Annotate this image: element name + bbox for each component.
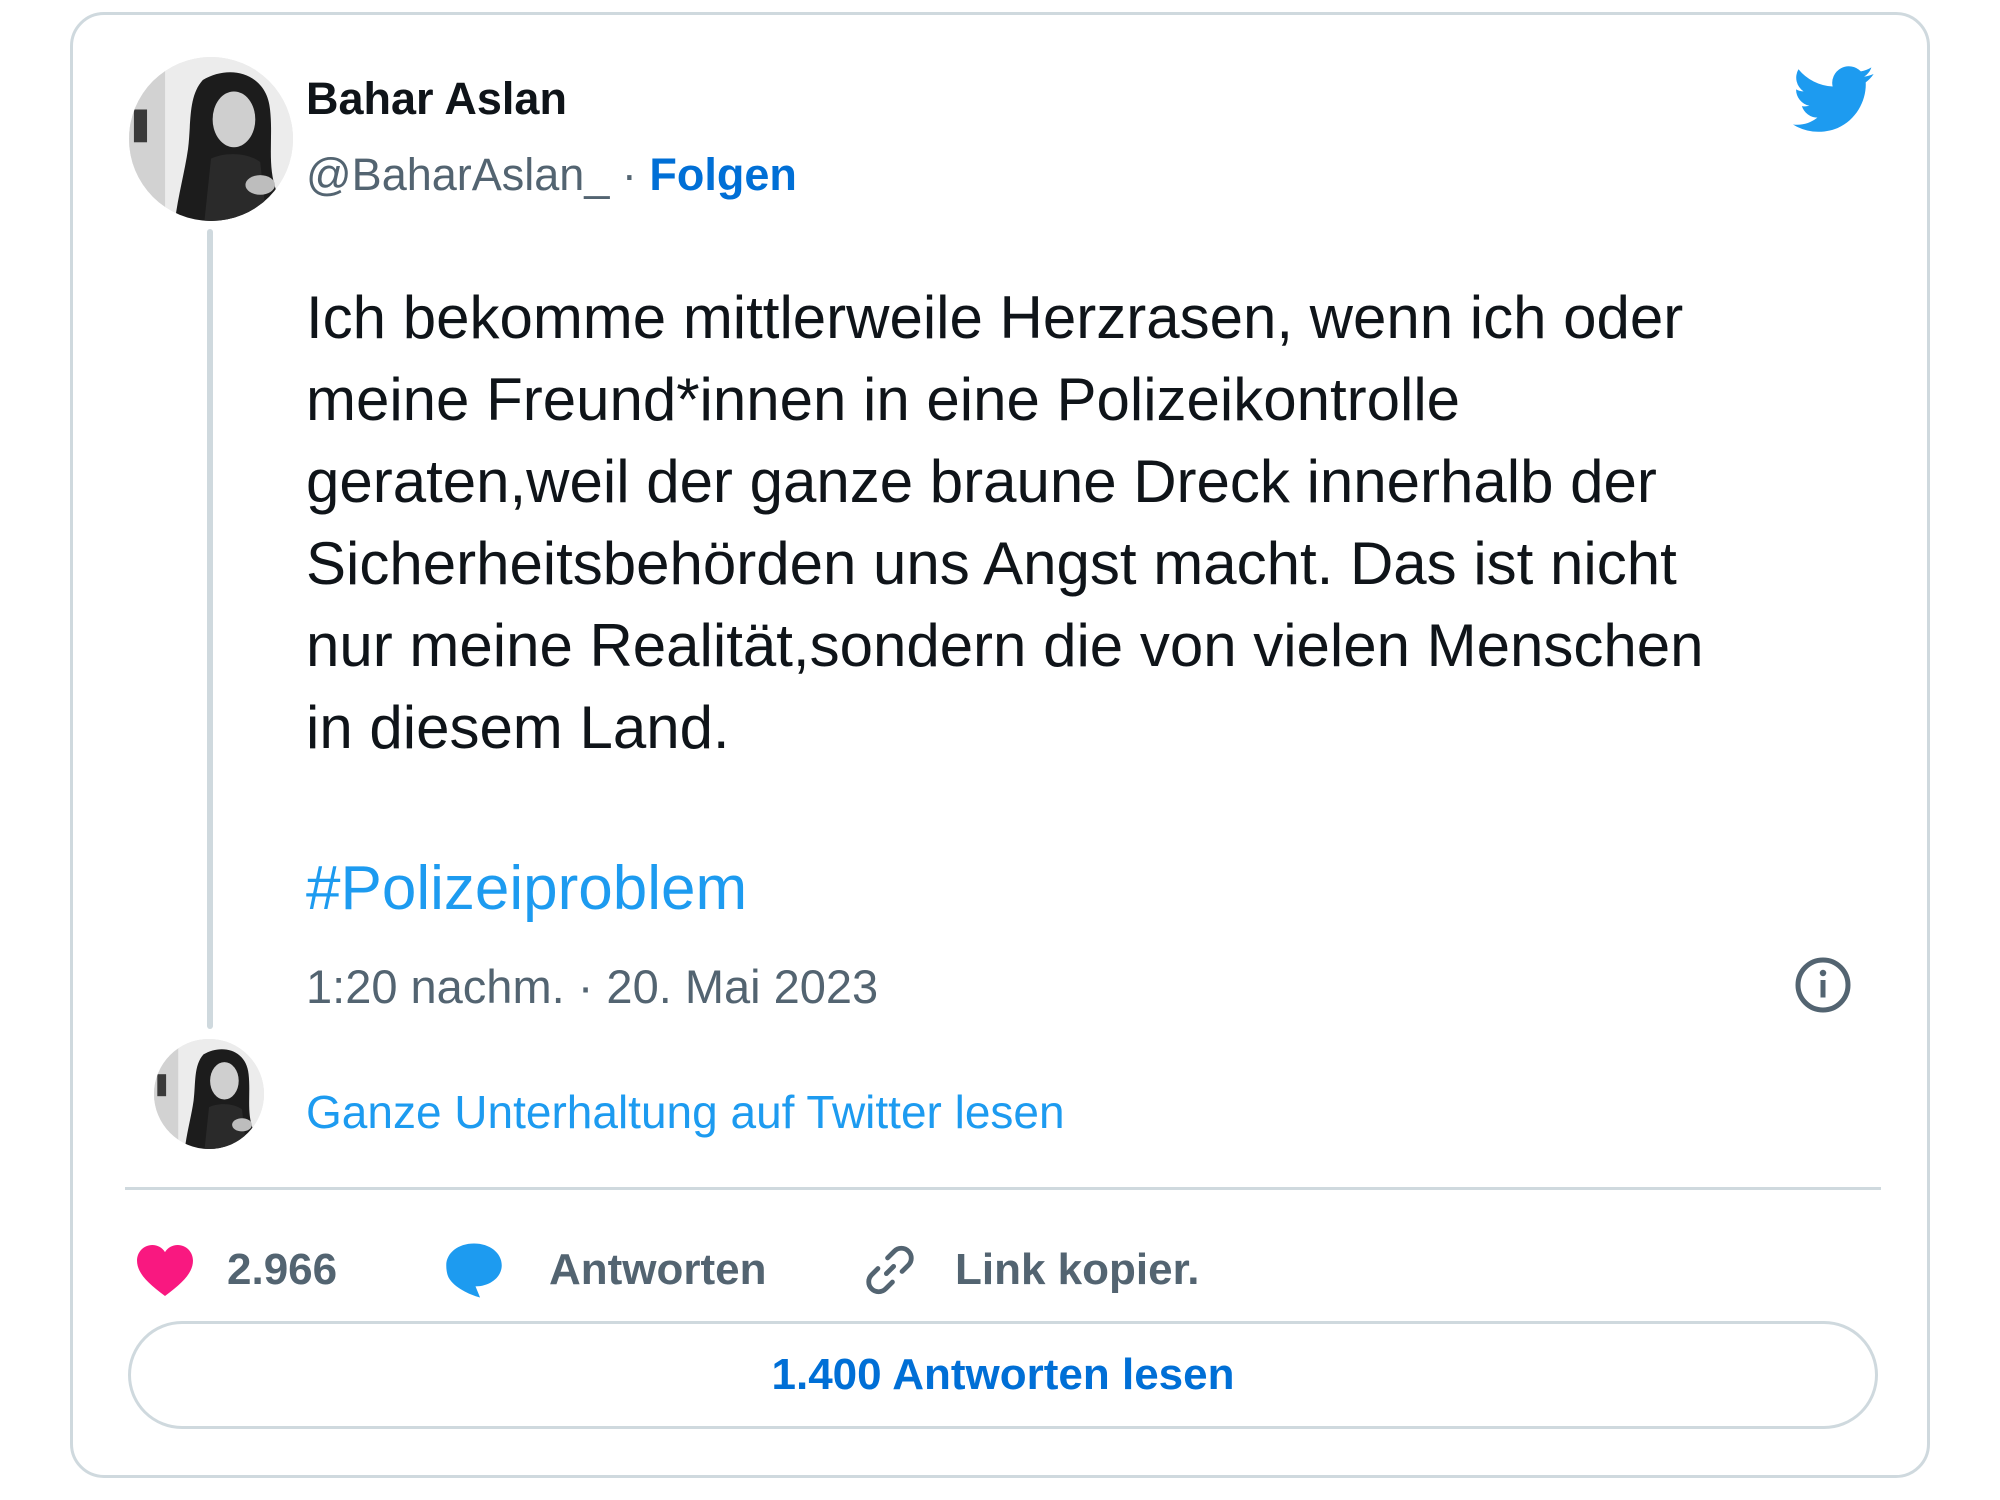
reply-label: Antworten — [549, 1245, 767, 1294]
copy-link-label: Link kopier. — [955, 1245, 1200, 1294]
link-icon — [866, 1245, 914, 1295]
author-handle[interactable]: @BaharAslan_ — [306, 149, 609, 200]
reply-button[interactable]: Antworten — [443, 1235, 767, 1305]
reply-avatar — [154, 1039, 264, 1149]
read-replies-button[interactable]: 1.400 Antworten lesen — [128, 1321, 1878, 1429]
handle-row: @BaharAslan_ · Folgen — [306, 149, 797, 201]
info-icon[interactable] — [1793, 955, 1853, 1015]
follow-button[interactable]: Folgen — [649, 149, 796, 200]
tweet-card: Bahar Aslan @BaharAslan_ · Folgen Ich be… — [70, 12, 1930, 1478]
divider — [125, 1187, 1881, 1190]
author-avatar[interactable] — [129, 57, 293, 221]
twitter-bird-icon[interactable] — [1793, 65, 1875, 135]
heart-icon — [137, 1244, 193, 1297]
tweet-timestamp[interactable]: 1:20 nachm. · 20. Mai 2023 — [306, 959, 878, 1014]
speech-bubble-icon — [446, 1243, 502, 1298]
avatar-photo — [154, 1039, 264, 1149]
author-name[interactable]: Bahar Aslan — [306, 73, 567, 125]
hashtag-link[interactable]: #Polizeiproblem — [306, 853, 747, 924]
read-conversation-link[interactable]: Ganze Unterhaltung auf Twitter lesen — [306, 1085, 1065, 1139]
handle-separator: · — [609, 149, 650, 200]
thread-line — [207, 229, 213, 1029]
like-button[interactable]: 2.966 — [135, 1235, 337, 1305]
like-count: 2.966 — [227, 1245, 338, 1294]
tweet-text: Ich bekomme mittlerweile Herzrasen, wenn… — [306, 284, 1704, 761]
copy-link-button[interactable]: Link kopier. — [861, 1235, 1200, 1305]
avatar-photo — [129, 57, 293, 221]
